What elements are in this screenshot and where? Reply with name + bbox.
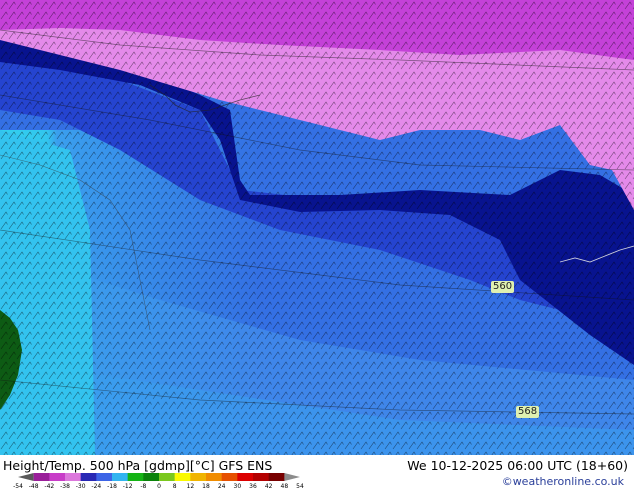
colorbar-swatch [80,473,97,481]
colorbar-tick-label: 48 [280,483,289,490]
colorbar-swatch [96,473,113,481]
forecast-datetime: We 10-12-2025 06:00 UTC (18+60) [407,458,628,473]
colorbar-swatch [190,473,207,481]
colorbar-tick-label: 42 [264,483,273,490]
colorbar-swatch [268,473,285,481]
colorbar-tick-label: 0 [157,483,161,490]
colorbar-swatch [143,473,160,481]
colorbar [18,473,300,481]
colorbar-swatch [221,473,238,481]
colorbar-tick-label: 8 [172,483,177,490]
colorbar-swatch [159,473,175,481]
wind-barbs-layer [0,0,634,455]
colorbar-swatch [174,473,191,481]
colorbar-swatch [33,473,50,481]
colorbar-tick-label: -24 [91,483,102,490]
colorbar-tick-label: -48 [28,483,39,490]
colorbar-swatch [284,473,300,481]
colorbar-tick-label: -54 [13,483,23,490]
colorbar-tick-label: -12 [122,483,133,490]
colorbar-swatch [18,473,34,481]
colorbar-swatch [127,473,144,481]
colorbar-tick-label: 30 [233,483,242,490]
colorbar-tick-label: -30 [75,483,86,490]
contour-label-568: 568 [516,406,540,418]
colorbar-tick-label: 24 [217,483,226,490]
colorbar-swatch [206,473,222,481]
colorbar-swatch [237,473,254,481]
colorbar-swatch [65,473,81,481]
colorbar-swatch [49,473,66,481]
colorbar-tick-label: -8 [140,483,147,490]
colorbar-tick-label: -18 [107,483,117,490]
colorbar-swatch [112,473,128,481]
colorbar-tick-label: 54 [296,483,304,490]
map-title: Height/Temp. 500 hPa [gdmp][°C] GFS ENS [3,458,273,473]
colorbar-tick-label: -38 [60,483,70,490]
colorbar-tick-label: 36 [249,483,257,490]
source-credit: ©weatheronline.co.uk [501,475,624,488]
colorbar-tick-label: 12 [186,483,195,490]
colorbar-tick-label: 18 [202,483,210,490]
weather-map [0,0,634,455]
colorbar-tick-label: -42 [44,483,55,490]
contour-label-560: 560 [491,281,515,293]
colorbar-swatch [253,473,269,481]
